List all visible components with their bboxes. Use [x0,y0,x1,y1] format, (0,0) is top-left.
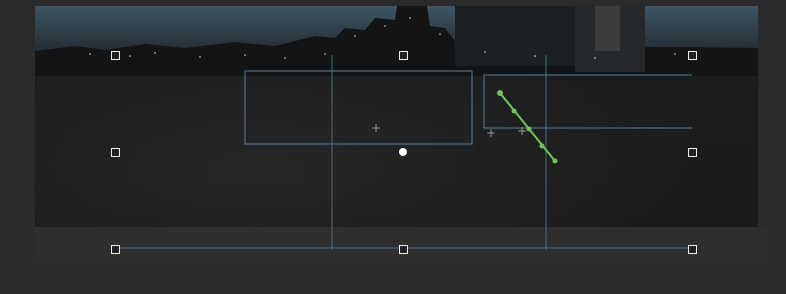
handle-top-center-icon[interactable] [399,51,408,60]
crosshair-left-box-icon[interactable]: + [371,122,381,134]
handle-top-left-icon[interactable] [111,51,120,60]
handle-bottom-center-icon[interactable] [399,245,408,254]
path-point-4 [539,143,545,149]
text-box-left [244,70,473,145]
crosshair-right-box-1-icon[interactable]: + [486,127,496,139]
path-point-3 [526,126,532,132]
handle-middle-left-icon[interactable] [111,148,120,157]
canvas-viewer[interactable]: + + + [0,0,786,294]
handle-bottom-left-icon[interactable] [111,245,120,254]
pivot-dot-icon[interactable] [399,148,407,156]
handle-middle-right-icon[interactable] [688,148,697,157]
path-point-1 [497,90,503,96]
crosshair-right-box-2-icon[interactable]: + [517,125,527,137]
handle-bottom-right-icon[interactable] [688,245,697,254]
path-point-2 [511,108,517,114]
text-box-right [483,74,692,129]
handle-top-right-icon[interactable] [688,51,697,60]
path-point-5 [552,158,558,164]
